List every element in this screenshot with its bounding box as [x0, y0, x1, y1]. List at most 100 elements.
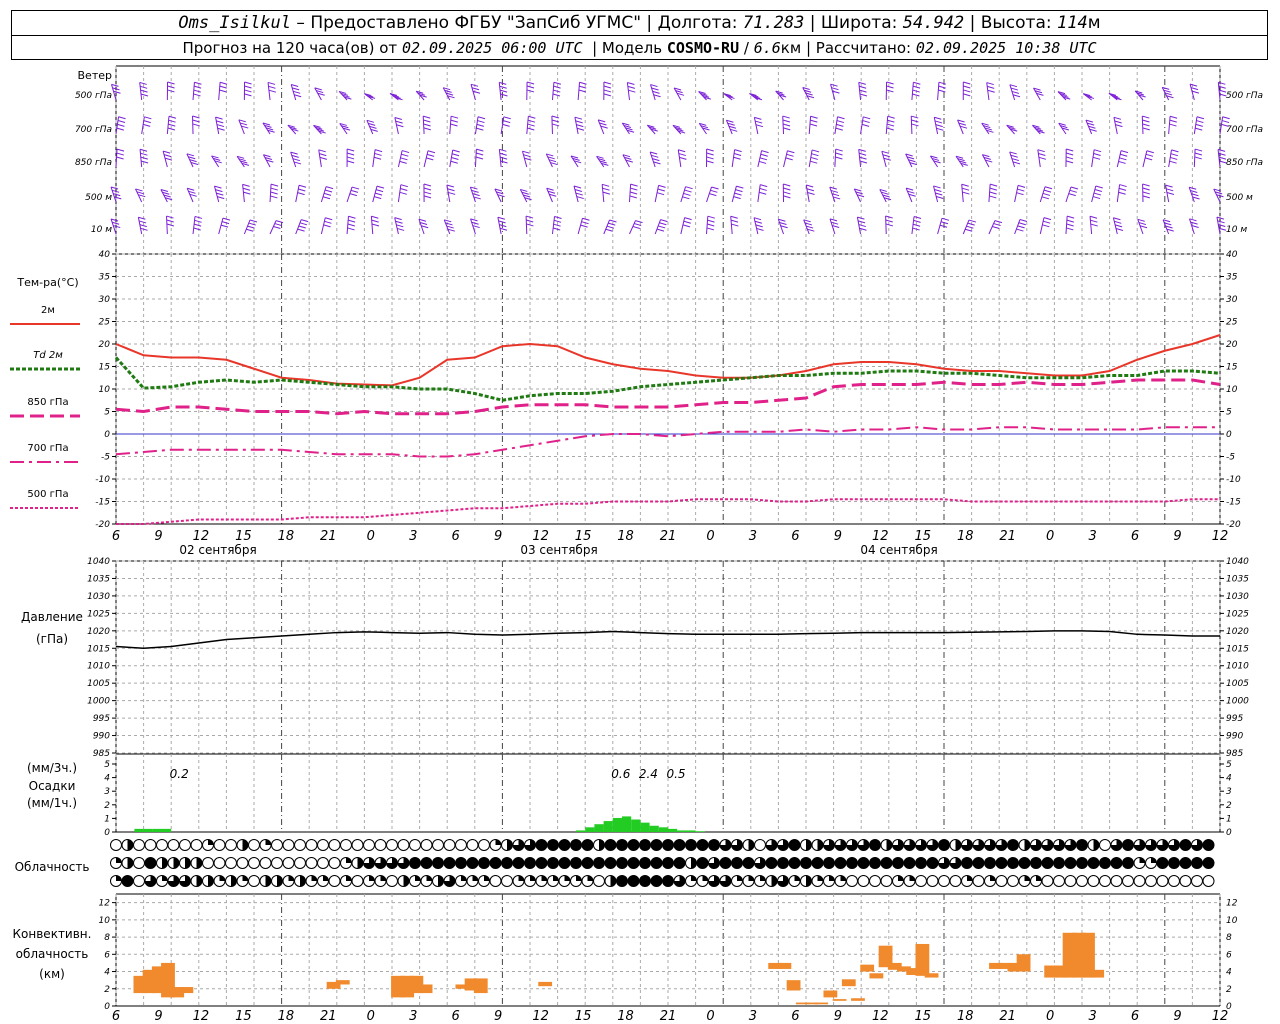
temp-panel-ytick-label-right: 30	[1226, 295, 1238, 305]
wind-barb	[526, 116, 529, 135]
wind-barb-flag	[292, 87, 300, 91]
wind-barb-flag	[322, 196, 331, 200]
wind-barb-flag	[346, 152, 355, 156]
wind-barb-flag	[628, 89, 636, 93]
hour-tick-label: 18	[617, 529, 634, 544]
wind-barb-flag	[553, 227, 561, 231]
wind-barb-flag	[883, 157, 891, 161]
wind-barb-flag	[499, 85, 507, 89]
cloud-symbol-fill	[461, 875, 467, 881]
wind-barb-flag	[526, 219, 534, 223]
wind-barb-flag	[471, 87, 480, 91]
pressure-panel-ytick-label-left: 1025	[87, 609, 110, 619]
cloud-symbol	[213, 857, 226, 869]
cloud-symbol	[501, 875, 513, 887]
wind-barb-flag	[731, 223, 739, 227]
precip-panel-ytick-label-right: 5	[1226, 760, 1232, 770]
precip-bar	[677, 830, 687, 832]
convective-bar	[924, 973, 939, 978]
wind-barb-flag	[1142, 191, 1150, 195]
wind-barb-flag	[215, 189, 223, 193]
hour-tick-label-bottom: 21	[999, 1009, 1016, 1024]
precip-bar	[649, 825, 659, 832]
wind-barb	[1037, 149, 1041, 168]
wind-barb	[1116, 184, 1121, 203]
wind-barb-flag	[217, 196, 225, 200]
wind-barb-flag	[658, 225, 666, 229]
wind-barb	[295, 185, 300, 203]
hour-tick-label-bottom: 0	[1046, 1009, 1054, 1024]
wind-barb-flag	[1114, 220, 1122, 224]
wind-barb-flag	[911, 119, 919, 123]
wind-barb	[551, 216, 556, 235]
convective-bar	[538, 981, 553, 987]
cloud-symbol-fill	[984, 857, 996, 869]
temp-legend-label-1: Td 2м	[33, 350, 63, 361]
wind-barb-flag	[858, 148, 866, 152]
wind-barb-flag	[396, 224, 404, 228]
wind-barb-flag	[1218, 224, 1226, 228]
cloud-symbol-fill	[697, 839, 708, 851]
precip-bar	[622, 816, 632, 832]
cloud-symbol-fill	[553, 875, 559, 881]
cloud-symbol-fill	[662, 875, 674, 887]
cloud-symbol-fill	[231, 875, 237, 887]
cloud-symbol	[340, 839, 352, 851]
wind-barb	[757, 184, 761, 203]
convective-ytick-label-left: 8	[104, 933, 110, 943]
wind-barb-flag	[962, 191, 970, 195]
cloud-symbol	[1064, 875, 1077, 887]
wind-barb-flag	[733, 156, 741, 160]
wind-barb-flag	[580, 224, 588, 228]
wind-barb-flag	[811, 149, 820, 153]
wind-barb-flag	[193, 93, 201, 97]
wind-barb-flag	[116, 152, 124, 156]
wind-barb-flag	[913, 219, 921, 223]
cloud-symbol-fill	[702, 875, 708, 881]
cloud-symbol-fill	[582, 839, 593, 851]
cloud-symbol-fill	[662, 839, 674, 851]
precip-bar	[603, 821, 613, 832]
cloud-symbol-fill	[909, 875, 915, 881]
hour-tick-label: 0	[367, 529, 375, 544]
wind-barb-flag	[1009, 84, 1018, 88]
wind-barb-flag	[881, 150, 889, 154]
wind-barb-flag	[706, 148, 714, 152]
wind-barb-flag	[859, 156, 867, 160]
wind-barb-flag	[886, 85, 894, 89]
wind-level-label-left: 500 м	[85, 193, 112, 203]
wind-barb-flag	[1066, 223, 1074, 227]
hour-tick-label-bottom: 9	[834, 1009, 842, 1024]
wind-barb-flag	[574, 116, 583, 120]
temp-legend-label-4: 500 гПа	[27, 489, 68, 500]
hour-tick-label-bottom: 6	[1131, 1009, 1139, 1024]
wind-barb-flag	[1038, 156, 1047, 160]
wind-barb-flag	[755, 124, 764, 128]
wind-barb-flag	[244, 85, 252, 89]
pressure-panel-ytick-label-right: 1030	[1226, 592, 1249, 602]
wind-barb-flag	[755, 120, 763, 124]
hour-tick-label: 6	[791, 529, 799, 544]
wind-barb	[911, 82, 914, 101]
cloud-symbol-fill	[380, 875, 386, 882]
convective-bar	[1090, 969, 1105, 978]
hour-tick-label-bottom: 9	[494, 1009, 502, 1024]
wind-barb-flag	[885, 223, 894, 227]
precip-panel-ytick-label-right: 1	[1226, 814, 1232, 824]
wind-barb-flag	[395, 220, 403, 224]
wind-barb-flag	[323, 224, 331, 228]
wind-barb-flag	[373, 156, 382, 160]
wind-barb-flag	[193, 227, 201, 231]
cloud-symbol-fill	[530, 875, 536, 881]
wind-barb-flag	[319, 153, 327, 157]
wind-barb-flag	[374, 192, 383, 196]
wind-barb-flag	[423, 183, 432, 187]
wind-barb-flag	[117, 120, 126, 124]
wind-barb-flag	[707, 219, 715, 223]
wind-barb-flag	[394, 217, 402, 221]
hour-tick-label: 3	[749, 529, 757, 544]
wind-barb-flag	[500, 160, 508, 164]
cloud-symbol	[317, 839, 329, 851]
cloud-symbol-fill	[467, 857, 478, 869]
wind-barb-flag	[1142, 187, 1150, 191]
